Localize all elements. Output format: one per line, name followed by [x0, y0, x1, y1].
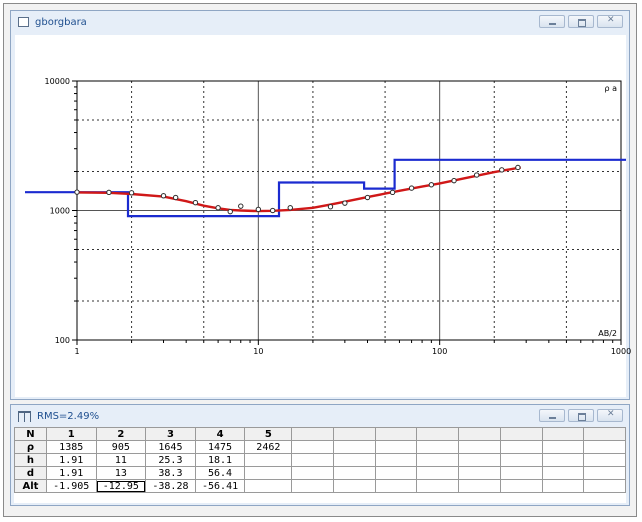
- table-cell[interactable]: [416, 466, 460, 480]
- header-cell-layer[interactable]: [458, 427, 501, 441]
- table-cell[interactable]: [541, 466, 585, 480]
- x-tick-label: 1000: [611, 347, 631, 356]
- table-cell[interactable]: [333, 466, 376, 480]
- table-cell[interactable]: 1385: [45, 440, 97, 454]
- row-label-cell[interactable]: ρ: [14, 440, 47, 454]
- sounding-chart: 1 10 100 1000 10000 1000 100 ρ a AB/2: [25, 77, 631, 356]
- table-cell[interactable]: 38.3: [145, 466, 196, 480]
- row-label-cell[interactable]: d: [14, 466, 47, 480]
- table-cell[interactable]: -12.95: [95, 479, 147, 493]
- table-cell[interactable]: [499, 440, 543, 454]
- table-cell[interactable]: [291, 440, 335, 454]
- table-cell[interactable]: 1.91: [45, 466, 97, 480]
- row-label-cell[interactable]: h: [14, 453, 47, 467]
- table-cell[interactable]: [541, 453, 585, 467]
- table-cell[interactable]: [333, 479, 376, 493]
- table-cell[interactable]: 13: [95, 466, 147, 480]
- x-tick-label: 10: [253, 347, 263, 356]
- table-cell[interactable]: [458, 466, 501, 480]
- rms-title: RMS=2.49%: [37, 410, 100, 422]
- header-cell-layer[interactable]: [291, 427, 335, 441]
- table-cell[interactable]: [416, 453, 460, 467]
- table-cell[interactable]: [244, 453, 293, 467]
- row-label-cell[interactable]: Alt: [14, 479, 47, 493]
- table-cell[interactable]: 18.1: [194, 453, 246, 467]
- model-table-window[interactable]: RMS=2.49% N12345ρ1385905164514752462h1.9…: [10, 404, 630, 506]
- table-cell[interactable]: [583, 466, 626, 480]
- header-cell-layer[interactable]: 2: [95, 427, 147, 441]
- x-axis-label: AB/2: [598, 329, 617, 338]
- table-row: ρ 1385 905 1645 1475 2462: [14, 440, 626, 454]
- table-cell[interactable]: [541, 479, 585, 493]
- y-tick-label: 100: [55, 336, 70, 345]
- x-tick-label: 1: [74, 347, 79, 356]
- table-cell[interactable]: 905: [95, 440, 147, 454]
- header-cell-layer[interactable]: [499, 427, 543, 441]
- table-maximize-button[interactable]: [568, 409, 594, 422]
- header-cell-layer[interactable]: 3: [145, 427, 196, 441]
- table-cell[interactable]: [291, 479, 335, 493]
- table-cell[interactable]: [333, 440, 376, 454]
- table-cell[interactable]: [291, 466, 335, 480]
- table-cell[interactable]: [374, 479, 418, 493]
- y-tick-label: 10000: [45, 77, 70, 86]
- table-cell[interactable]: [583, 440, 626, 454]
- table-cell[interactable]: [499, 453, 543, 467]
- x-tick-label: 100: [432, 347, 447, 356]
- y-axis-label: ρ a: [604, 84, 617, 93]
- table-cell[interactable]: [499, 466, 543, 480]
- header-cell-layer[interactable]: [416, 427, 460, 441]
- header-cell-layer[interactable]: [333, 427, 376, 441]
- table-window-titlebar[interactable]: RMS=2.49%: [11, 405, 629, 427]
- table-cell[interactable]: -56.41: [194, 479, 246, 493]
- table-cell[interactable]: 56.4: [194, 466, 246, 480]
- table-cell[interactable]: [583, 479, 626, 493]
- table-cell[interactable]: 1475: [194, 440, 246, 454]
- table-cell[interactable]: [541, 440, 585, 454]
- table-row: Alt -1.905 -12.95 -38.28 -56.41: [14, 479, 626, 493]
- table-cell[interactable]: [416, 479, 460, 493]
- model-table[interactable]: N 1 2 3 4 5 ρ 1385 905 1645 1475 2462 h 1.91 11 25.3 18.…: [14, 427, 626, 493]
- table-cell[interactable]: [374, 440, 418, 454]
- y-tick-label: 1000: [50, 207, 70, 216]
- table-minimize-button[interactable]: [539, 409, 565, 422]
- header-cell-layer[interactable]: [541, 427, 585, 441]
- table-row: h 1.91 11 25.3 18.1: [14, 453, 626, 467]
- table-icon: [18, 410, 31, 422]
- table-cell[interactable]: [416, 440, 460, 454]
- table-cell[interactable]: [374, 466, 418, 480]
- table-cell[interactable]: [244, 479, 293, 493]
- sounding-curve-window[interactable]: gborgbara 1101001000100001000100ρ aAB/2: [10, 10, 631, 400]
- table-cell[interactable]: [244, 466, 293, 480]
- table-cell[interactable]: [374, 453, 418, 467]
- header-cell-layer[interactable]: 1: [45, 427, 97, 441]
- fitted-curve-line: [76, 166, 522, 213]
- table-cell[interactable]: -38.28: [145, 479, 196, 493]
- header-cell-layer[interactable]: [583, 427, 626, 441]
- table-cell[interactable]: [583, 453, 626, 467]
- table-cell[interactable]: 11: [95, 453, 147, 467]
- model-step-line: [25, 158, 626, 218]
- table-row: d 1.91 13 38.3 56.4: [14, 466, 626, 480]
- table-header-row: N12345: [14, 427, 626, 441]
- header-cell-layer[interactable]: 5: [244, 427, 293, 441]
- table-cell[interactable]: [333, 453, 376, 467]
- table-cell[interactable]: [458, 440, 501, 454]
- table-cell[interactable]: [291, 453, 335, 467]
- table-cell[interactable]: 2462: [244, 440, 293, 454]
- table-cell[interactable]: 1645: [145, 440, 196, 454]
- table-close-button[interactable]: [597, 409, 623, 422]
- header-cell-layer[interactable]: [374, 427, 418, 441]
- table-cell[interactable]: [458, 479, 501, 493]
- table-cell[interactable]: [458, 453, 501, 467]
- model-table-wrap: N 1 2 3 4 5 ρ 1385 905 1645 1475 2462 h 1.91 11 25.3 18.…: [14, 427, 626, 503]
- header-cell-layer[interactable]: 4: [194, 427, 246, 441]
- table-cell[interactable]: 25.3: [145, 453, 196, 467]
- table-cell[interactable]: -1.905: [45, 479, 97, 493]
- header-cell-n[interactable]: N: [14, 427, 47, 441]
- table-cell[interactable]: [499, 479, 543, 493]
- table-cell[interactable]: 1.91: [45, 453, 97, 467]
